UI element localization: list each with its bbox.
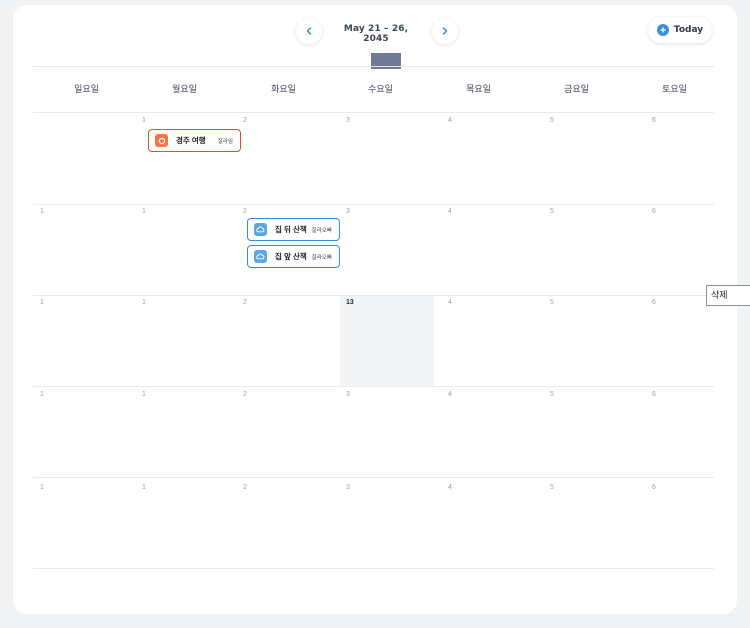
week-divider — [33, 477, 714, 478]
event-tag: 잘라오빠 — [311, 227, 332, 234]
day-number: 6 — [652, 117, 656, 124]
day-number: 1 — [40, 484, 44, 491]
day-number: 6 — [652, 299, 656, 306]
cloud-icon — [254, 223, 267, 236]
day-number: 1 — [142, 117, 146, 124]
calendar-bottom-border — [33, 568, 714, 569]
week-divider — [33, 112, 714, 113]
day-number: 3 — [346, 117, 350, 124]
day-number: 5 — [550, 484, 554, 491]
weekday-mon: 월요일 — [172, 84, 197, 94]
today-cell-highlight[interactable] — [340, 296, 434, 386]
today-button[interactable]: Today — [648, 17, 712, 43]
day-number: 2 — [243, 484, 247, 491]
chevron-left-icon — [306, 27, 312, 35]
chevron-right-icon — [442, 27, 448, 35]
date-range-label: May 21 – 26, 2045 — [343, 24, 409, 44]
plus-circle-icon — [656, 24, 669, 36]
weekday-fri: 금요일 — [564, 84, 589, 94]
day-number: 4 — [448, 299, 452, 306]
event-tag: 잘라오빠 — [311, 254, 332, 261]
day-number: 2 — [243, 391, 247, 398]
day-number: 3 — [346, 208, 350, 215]
header-divider — [33, 66, 714, 67]
today-label: Today — [673, 25, 704, 35]
weekday-wed: 수요일 — [368, 84, 393, 94]
day-number: 5 — [550, 117, 554, 124]
day-number: 5 — [550, 391, 554, 398]
day-number: 6 — [652, 484, 656, 491]
day-number: 3 — [346, 484, 350, 491]
circle-icon — [155, 134, 168, 147]
weekday-sun: 일요일 — [74, 84, 99, 94]
event-card[interactable]: 집 뒤 산책 잘라오빠 — [247, 218, 340, 241]
day-number: 1 — [142, 391, 146, 398]
weekday-sat: 토요일 — [662, 84, 687, 94]
context-menu-delete[interactable]: 삭제 — [706, 285, 750, 306]
day-number: 1 — [40, 299, 44, 306]
event-title: 집 뒤 산책 — [275, 225, 307, 234]
day-number: 2 — [243, 117, 247, 124]
event-card[interactable]: 집 앞 산책 잘라오빠 — [247, 245, 340, 268]
day-number: 1 — [142, 299, 146, 306]
weekday-tue: 화요일 — [271, 84, 296, 94]
day-number: 5 — [550, 208, 554, 215]
week-divider — [33, 204, 714, 205]
event-tag: 잘라임 — [217, 138, 233, 145]
day-number: 2 — [243, 208, 247, 215]
prev-week-button[interactable] — [296, 18, 322, 44]
weekday-thu: 목요일 — [466, 84, 491, 94]
day-number: 5 — [550, 299, 554, 306]
day-number: 4 — [448, 391, 452, 398]
event-card[interactable]: 경주 여행 잘라임 — [148, 129, 241, 152]
cloud-icon — [254, 250, 267, 263]
next-week-button[interactable] — [432, 18, 458, 44]
event-title: 경주 여행 — [176, 136, 206, 145]
day-number: 1 — [40, 208, 44, 215]
event-title: 집 앞 산책 — [275, 252, 307, 261]
day-number: 4 — [448, 484, 452, 491]
day-number: 1 — [142, 208, 146, 215]
week-divider — [33, 386, 714, 387]
day-number: 6 — [652, 391, 656, 398]
day-number-today: 13 — [346, 299, 354, 306]
day-number: 1 — [142, 484, 146, 491]
day-number: 4 — [448, 117, 452, 124]
day-number: 1 — [40, 391, 44, 398]
day-number: 3 — [346, 391, 350, 398]
day-number: 2 — [243, 299, 247, 306]
day-number: 6 — [652, 208, 656, 215]
day-number: 4 — [448, 208, 452, 215]
